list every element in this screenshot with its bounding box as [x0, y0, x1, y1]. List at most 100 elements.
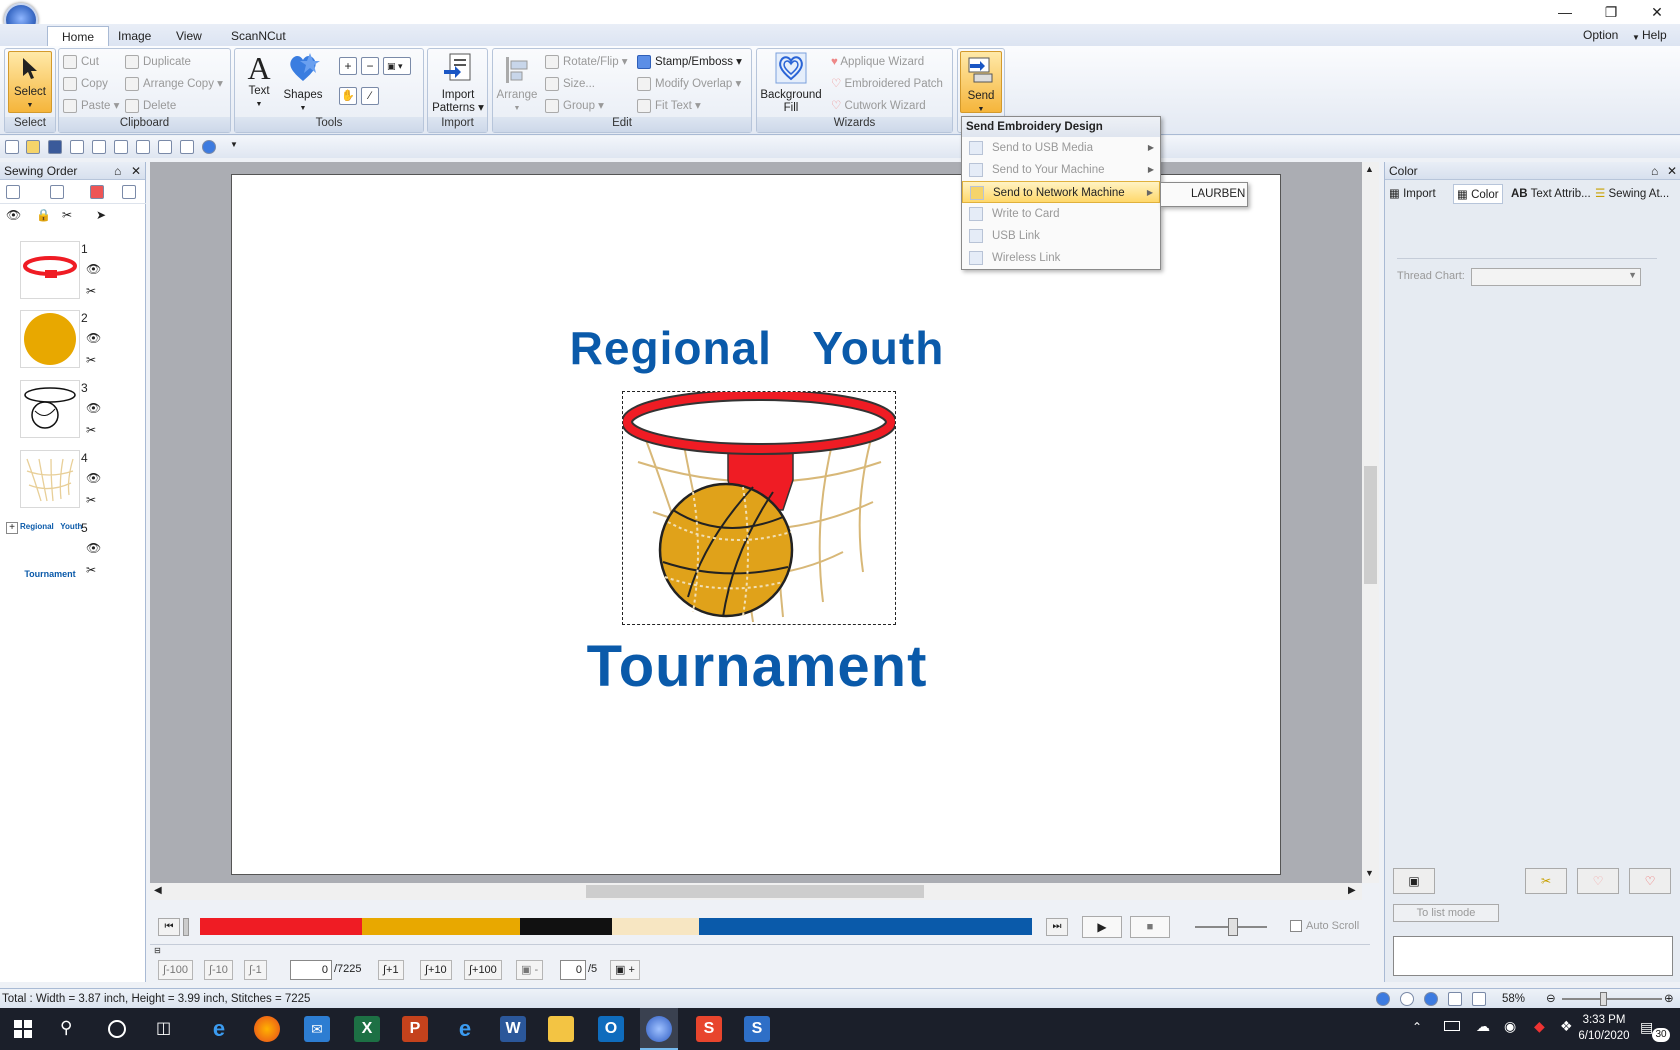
- zoom-fit-icon[interactable]: ▣ ▾: [383, 57, 411, 75]
- embroidery-app-icon[interactable]: [646, 1016, 672, 1042]
- zoom-minus-icon[interactable]: ⊖: [1546, 989, 1556, 1009]
- thread-color-segment-4[interactable]: [611, 918, 700, 935]
- menu-wireless-link[interactable]: Wireless Link: [962, 247, 1160, 269]
- tab-sewing-attributes[interactable]: ☰ Sewing At...: [1595, 184, 1669, 204]
- color-position-input[interactable]: 0: [560, 960, 586, 980]
- visibility-eye-icon[interactable]: 👁: [86, 401, 101, 415]
- import-patterns-button[interactable]: Import Patterns ▾: [430, 51, 486, 115]
- new-file-icon[interactable]: [5, 140, 19, 154]
- group-order-icon[interactable]: [50, 185, 64, 199]
- file-explorer-icon[interactable]: [548, 1016, 574, 1042]
- option-menu[interactable]: Option: [1583, 27, 1618, 43]
- panel-close-icon[interactable]: ✕: [131, 162, 141, 180]
- text-button[interactable]: A Text ▼: [241, 51, 277, 111]
- step-minus-1-button[interactable]: ∫-1: [244, 960, 267, 980]
- close-window-icon[interactable]: ✕: [1634, 0, 1680, 24]
- arrange-copy-button[interactable]: Arrange Copy ▾: [125, 74, 223, 94]
- heart-outline-icon[interactable]: ♡: [1577, 868, 1619, 894]
- show-icon[interactable]: 👁: [6, 208, 21, 222]
- tab-view[interactable]: View: [162, 26, 216, 46]
- help-menu[interactable]: Help: [1642, 27, 1667, 43]
- windows-start-icon[interactable]: [14, 1020, 32, 1038]
- tab-text-attributes[interactable]: AB Text Attrib...: [1511, 184, 1591, 204]
- task-view-icon[interactable]: ◫: [156, 1018, 171, 1038]
- snagit-editor-icon[interactable]: S: [744, 1016, 770, 1042]
- design-property-icon[interactable]: [136, 140, 150, 154]
- sewing-item-thumb-5[interactable]: Regional Youth Tournament: [20, 520, 82, 579]
- visibility-eye-icon[interactable]: 👁: [86, 262, 101, 276]
- undo-icon[interactable]: [92, 140, 106, 154]
- antivirus-icon[interactable]: ◆: [1534, 1018, 1545, 1035]
- visibility-eye-icon[interactable]: 👁: [86, 331, 101, 345]
- view-mode-icon[interactable]: [6, 185, 20, 199]
- lock-icon[interactable]: 🔒: [36, 208, 51, 222]
- thread-color-segment-3[interactable]: [520, 918, 612, 935]
- jump-stitch-icon[interactable]: ✂: [86, 353, 96, 367]
- menu-usb-link[interactable]: USB Link: [962, 225, 1160, 247]
- dropbox-icon[interactable]: ❖: [1560, 1018, 1573, 1035]
- scroll-down-icon[interactable]: ▼: [1365, 868, 1374, 878]
- sewing-item-thumb-1[interactable]: [20, 241, 80, 299]
- select-button[interactable]: Select ▼: [8, 51, 52, 113]
- open-folder-icon[interactable]: [26, 140, 40, 154]
- heart-fill-icon[interactable]: ♡: [1629, 868, 1671, 894]
- copy-button[interactable]: Copy: [63, 74, 108, 94]
- stitch-position-input[interactable]: 0: [290, 960, 332, 980]
- tab-home[interactable]: Home: [47, 26, 110, 46]
- network-icon[interactable]: ◉: [1504, 1018, 1516, 1035]
- rotate-flip-button[interactable]: Rotate/Flip ▾: [545, 52, 628, 72]
- go-end-icon[interactable]: ⏭: [1046, 918, 1068, 936]
- redo-icon[interactable]: [114, 140, 128, 154]
- mail-icon[interactable]: ✉: [304, 1016, 330, 1042]
- scroll-left-icon[interactable]: ◀: [154, 885, 162, 896]
- zoom-plus-icon[interactable]: ⊕: [1664, 989, 1674, 1009]
- design-text-regional-youth[interactable]: Regional Youth: [232, 321, 1282, 375]
- thread-color-bar[interactable]: [200, 918, 1032, 935]
- step-plus-10-button[interactable]: ∫+10: [420, 960, 452, 980]
- tab-image[interactable]: Image: [104, 26, 165, 46]
- applique-tool-icon[interactable]: ✂: [1525, 868, 1567, 894]
- thread-spool-icon[interactable]: ▣: [1393, 868, 1435, 894]
- cut-button[interactable]: Cut: [63, 52, 99, 72]
- cut-stitch-icon[interactable]: ✂: [62, 208, 72, 222]
- thread-chart-select[interactable]: ▼: [1471, 268, 1641, 286]
- zoom-slider-thumb[interactable]: [1600, 992, 1607, 1006]
- zoom-out-icon[interactable]: −: [361, 57, 379, 75]
- view-realistic-icon[interactable]: [1376, 992, 1390, 1006]
- arrange-button[interactable]: Arrange ▼: [495, 53, 539, 115]
- color-bar-slider[interactable]: [183, 918, 189, 936]
- hand-pan-icon[interactable]: ✋: [339, 87, 357, 105]
- shapes-button[interactable]: Shapes ▼: [283, 51, 323, 115]
- scroll-right-icon[interactable]: ▶: [1348, 885, 1356, 896]
- color-sort-icon[interactable]: [90, 185, 104, 199]
- firefox-icon[interactable]: [254, 1016, 280, 1042]
- embroidered-patch-button[interactable]: ♡ Embroidered Patch: [831, 74, 943, 94]
- tab-color-panel[interactable]: ▦ Color: [1453, 184, 1503, 204]
- vertical-scrollbar[interactable]: ▲ ▼: [1362, 162, 1379, 883]
- stamp-emboss-button[interactable]: Stamp/Emboss ▾: [637, 52, 742, 72]
- view-stitch-icon[interactable]: [1400, 992, 1414, 1006]
- visibility-eye-icon[interactable]: 👁: [86, 471, 101, 485]
- prev-color-button[interactable]: ▣ -: [516, 960, 544, 980]
- powerpoint-icon[interactable]: P: [402, 1016, 428, 1042]
- select-pointer-icon[interactable]: ➤: [96, 208, 106, 222]
- grid-icon[interactable]: [1448, 992, 1462, 1006]
- step-minus-10-button[interactable]: ∫-10: [204, 960, 233, 980]
- go-start-icon[interactable]: ⏮: [158, 918, 180, 936]
- help-circle-icon[interactable]: [202, 140, 216, 154]
- tab-import-panel[interactable]: ▦ Import: [1389, 184, 1436, 204]
- collapse-icon[interactable]: ⊟: [154, 946, 161, 955]
- menu-send-to-usb[interactable]: Send to USB Media ▶: [962, 137, 1160, 159]
- frame-icon[interactable]: [122, 185, 136, 199]
- zoom-in-icon[interactable]: +: [339, 57, 357, 75]
- vertical-scroll-thumb[interactable]: [1364, 466, 1377, 584]
- step-minus-100-button[interactable]: ∫-100: [158, 960, 194, 980]
- fit-text-button[interactable]: Fit Text ▾: [637, 96, 701, 116]
- send-button[interactable]: Send ▼: [960, 51, 1002, 113]
- cutwork-wizard-button[interactable]: ♡ Cutwork Wizard: [831, 96, 926, 116]
- stop-icon[interactable]: ■: [1130, 916, 1170, 938]
- edge-icon[interactable]: e: [206, 1016, 232, 1042]
- save-icon[interactable]: [48, 140, 62, 154]
- sewing-item-thumb-3[interactable]: [20, 380, 80, 438]
- outlook-icon[interactable]: O: [598, 1016, 624, 1042]
